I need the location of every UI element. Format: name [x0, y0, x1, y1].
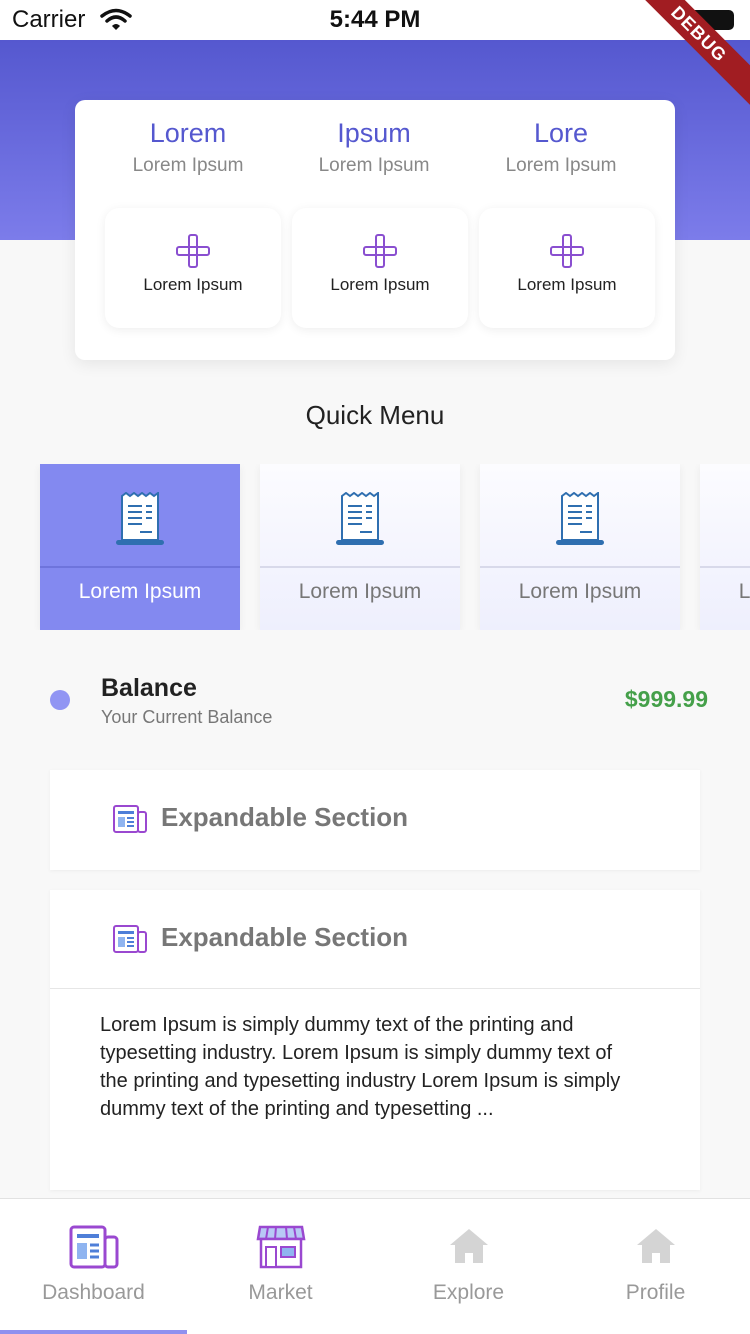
expandable-title: Expandable Section [161, 802, 409, 832]
expandable-section-2[interactable]: Expandable Section Lorem Ipsum is simply… [50, 890, 700, 1190]
plus-icon [550, 234, 584, 268]
quick-menu-label: Lorem Ipsum [78, 580, 202, 603]
summary-card: Lorem Lorem Ipsum Ipsum Lorem Ipsum Lore… [75, 100, 675, 360]
expandable-header[interactable]: Expandable Section [50, 890, 700, 988]
nav-label: Profile [625, 1281, 686, 1304]
stat-title: Lore [533, 118, 589, 148]
quick-menu-divider [40, 566, 240, 568]
stat-subtitle: Lorem Ipsum [318, 155, 430, 176]
quick-menu-divider [700, 566, 750, 568]
dashboard-icon [69, 1225, 119, 1269]
quick-menu-title: Quick Menu [305, 400, 445, 430]
balance-subtitle: Your Current Balance [101, 707, 273, 727]
expandable-section-1[interactable]: Expandable Section [50, 770, 700, 870]
quick-menu-row[interactable]: Lorem Ipsum Lorem Ipsum Lorem Ipsum L [0, 464, 750, 630]
expandable-header[interactable]: Expandable Section [50, 770, 700, 868]
action-button-2[interactable]: Lorem Ipsum [292, 208, 468, 328]
status-bar: Carrier 5:44 PM [0, 0, 750, 40]
nav-label: Market [248, 1281, 313, 1304]
nav-item-explore[interactable]: Explore [375, 1199, 562, 1334]
action-label: Lorem Ipsum [330, 275, 430, 294]
quick-menu-item-4[interactable]: Lorem Ipsum [700, 464, 750, 630]
stat-1: Lorem Lorem Ipsum [93, 118, 283, 177]
quick-menu-label: Lorem Ipsum [738, 580, 750, 603]
action-button-3[interactable]: Lorem Ipsum [479, 208, 655, 328]
nav-item-market[interactable]: Market [187, 1199, 374, 1334]
action-label: Lorem Ipsum [143, 275, 243, 294]
stat-subtitle: Lorem Ipsum [505, 155, 617, 176]
stat-2: Ipsum Lorem Ipsum [279, 118, 469, 177]
action-label: Lorem Ipsum [517, 275, 617, 294]
action-button-1[interactable]: Lorem Ipsum [105, 208, 281, 328]
nav-item-dashboard[interactable]: Dashboard [0, 1199, 187, 1334]
receipt-icon [336, 492, 384, 545]
newspaper-icon [113, 805, 147, 833]
balance-indicator-dot [50, 690, 70, 710]
nav-item-profile[interactable]: Profile [562, 1199, 749, 1334]
stat-title: Ipsum [337, 118, 411, 148]
plus-icon [176, 234, 210, 268]
nav-label: Dashboard [42, 1281, 145, 1304]
balance-amount: $999.99 [624, 686, 708, 712]
receipt-icon [556, 492, 604, 545]
expandable-body-text: Lorem Ipsum is simply dummy text of the … [100, 1014, 621, 1120]
status-time: 5:44 PM [329, 6, 421, 33]
quick-menu-label: Lorem Ipsum [298, 580, 422, 603]
stat-3: Lore Lorem Ipsum [466, 118, 656, 177]
home-icon [637, 1229, 675, 1263]
quick-menu-item-3[interactable]: Lorem Ipsum [480, 464, 680, 630]
nav-label: Explore [432, 1281, 505, 1304]
balance-title: Balance [101, 674, 197, 702]
newspaper-icon [113, 925, 147, 953]
quick-menu-label: Lorem Ipsum [518, 580, 642, 603]
home-icon [450, 1229, 488, 1263]
expandable-title: Expandable Section [161, 922, 409, 952]
bottom-navigation: Dashboard Market Explore Profile [0, 1198, 750, 1334]
quick-menu-item-1[interactable]: Lorem Ipsum [40, 464, 240, 630]
market-icon [256, 1225, 306, 1269]
receipt-icon [116, 492, 164, 545]
stat-subtitle: Lorem Ipsum [132, 155, 244, 176]
nav-active-indicator [0, 1330, 187, 1334]
quick-menu-divider [480, 566, 680, 568]
stat-title: Lorem [149, 118, 227, 148]
quick-menu-divider [260, 566, 460, 568]
quick-menu-item-2[interactable]: Lorem Ipsum [260, 464, 460, 630]
plus-icon [363, 234, 397, 268]
